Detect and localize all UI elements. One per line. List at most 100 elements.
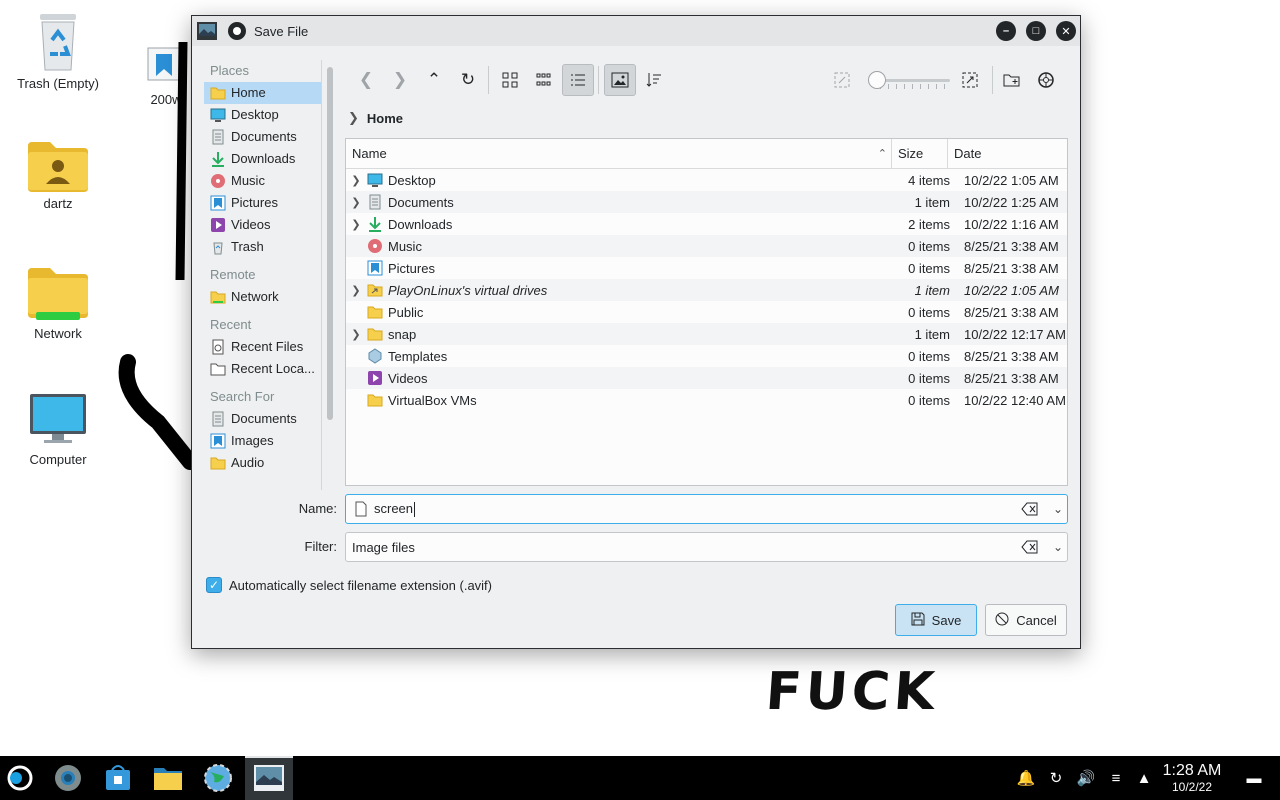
scribble-text: FUCK — [763, 662, 941, 722]
network-icon[interactable]: ≡ — [1106, 768, 1126, 788]
table-row[interactable]: Music 0 items 8/25/21 3:38 AM — [346, 235, 1067, 257]
title-bar[interactable]: Save File – □ ✕ — [192, 16, 1080, 46]
file-manager-icon[interactable] — [152, 762, 184, 794]
desktop-icon-label: Network — [34, 326, 82, 341]
parent-folder-button[interactable]: ⌃ — [418, 64, 450, 96]
icons-view-button[interactable] — [494, 64, 526, 96]
clear-text-icon[interactable] — [1021, 539, 1039, 555]
column-header-name[interactable]: Name ⌃ — [346, 139, 892, 169]
zoom-slider[interactable] — [868, 71, 950, 89]
desktop-icon-home[interactable]: dartz — [8, 140, 108, 211]
discover-store-icon[interactable] — [102, 762, 134, 794]
places-divider[interactable] — [321, 60, 322, 490]
volume-icon[interactable]: 🔊 — [1076, 768, 1096, 788]
filename-input[interactable]: screen ⌄ — [345, 494, 1068, 524]
zoom-in-button[interactable] — [954, 64, 986, 96]
places-item-music[interactable]: Music — [204, 170, 322, 192]
desktop-icon-computer[interactable]: Computer — [8, 392, 108, 467]
new-folder-button[interactable] — [996, 64, 1028, 96]
file-size: 0 items — [908, 370, 950, 386]
places-item-label: Recent Loca... — [231, 361, 315, 376]
desktop-icon-label: Trash (Empty) — [17, 76, 99, 91]
places-item-desktop[interactable]: Desktop — [204, 104, 322, 126]
places-item-label: Documents — [231, 129, 297, 144]
chevron-down-icon[interactable]: ⌄ — [1053, 502, 1063, 516]
sort-button[interactable] — [638, 64, 670, 96]
table-row[interactable]: ❯ Downloads 2 items 10/2/22 1:16 AM — [346, 213, 1067, 235]
browser-icon[interactable] — [202, 762, 234, 794]
expand-chevron-icon[interactable]: ❯ — [349, 218, 363, 231]
notifications-icon[interactable]: 🔔 — [1016, 768, 1036, 788]
desktop-icon-network[interactable]: Network — [8, 266, 108, 341]
auto-extension-option[interactable]: ✓ Automatically select filename extensio… — [206, 577, 492, 593]
expand-chevron-icon[interactable]: ❯ — [349, 174, 363, 187]
app-launcher-icon[interactable] — [6, 764, 34, 792]
places-item-recent-locations[interactable]: Recent Loca... — [204, 358, 322, 380]
maximize-button[interactable]: □ — [1026, 21, 1046, 41]
places-item-search-images[interactable]: Images — [204, 430, 322, 452]
expand-chevron-icon[interactable]: ❯ — [349, 196, 363, 209]
places-item-trash[interactable]: Trash — [204, 236, 322, 258]
audio-folder-icon — [210, 457, 226, 470]
column-header-date[interactable]: Date — [948, 139, 1067, 169]
forward-button[interactable]: ❯ — [384, 64, 416, 96]
tray-expand-icon[interactable]: ▲ — [1134, 768, 1154, 788]
table-row[interactable]: ❯ Documents 1 item 10/2/22 1:25 AM — [346, 191, 1067, 213]
places-item-home[interactable]: Home — [204, 82, 322, 104]
table-row[interactable]: ❯ Desktop 4 items 10/2/22 1:05 AM — [346, 169, 1067, 191]
reload-button[interactable]: ↻ — [452, 64, 484, 96]
folder-icon — [367, 306, 383, 319]
options-button[interactable] — [1030, 64, 1062, 96]
file-date: 8/25/21 3:38 AM — [964, 238, 1059, 254]
chevron-down-icon[interactable]: ⌄ — [1053, 540, 1063, 554]
places-item-network[interactable]: Network — [204, 286, 322, 308]
grid-icon — [502, 72, 518, 88]
expand-chevron-icon[interactable]: ❯ — [349, 284, 363, 297]
file-date: 10/2/22 12:17 AM — [964, 326, 1066, 342]
table-row[interactable]: VirtualBox VMs 0 items 10/2/22 12:40 AM — [346, 389, 1067, 411]
places-scrollbar[interactable] — [327, 67, 333, 420]
table-row[interactable]: Templates 0 items 8/25/21 3:38 AM — [346, 345, 1067, 367]
clock[interactable]: 1:28 AM 10/2/22 — [1156, 762, 1228, 794]
save-button[interactable]: Save — [895, 604, 977, 636]
table-row[interactable]: ❯ snap 1 item 10/2/22 12:17 AM — [346, 323, 1067, 345]
file-date: 10/2/22 1:16 AM — [964, 216, 1059, 232]
table-row[interactable]: Pictures 0 items 8/25/21 3:38 AM — [346, 257, 1067, 279]
column-header-size[interactable]: Size — [892, 139, 948, 169]
expand-chevron-icon[interactable]: ❯ — [349, 328, 363, 341]
update-icon[interactable]: ↻ — [1046, 768, 1066, 788]
zoom-slider-handle[interactable] — [868, 71, 886, 89]
show-desktop-icon[interactable]: ▬ — [1244, 768, 1264, 788]
places-item-search-documents[interactable]: Documents — [204, 408, 322, 430]
close-button[interactable]: ✕ — [1056, 21, 1076, 41]
symlink-folder-icon — [367, 284, 383, 297]
places-item-recent-files[interactable]: Recent Files — [204, 336, 322, 358]
pin-icon[interactable] — [228, 22, 246, 40]
breadcrumb[interactable]: ❯ Home — [348, 110, 403, 126]
table-row[interactable]: ❯ PlayOnLinux's virtual drives 1 item 10/2/… — [346, 279, 1067, 301]
clear-text-icon[interactable] — [1021, 501, 1039, 517]
table-row[interactable]: Videos 0 items 8/25/21 3:38 AM — [346, 367, 1067, 389]
zoom-out-button[interactable] — [826, 64, 858, 96]
desktop-icon-trash[interactable]: Trash (Empty) — [8, 10, 108, 91]
cancel-button[interactable]: Cancel — [985, 604, 1067, 636]
filter-select[interactable]: Image files ⌄ — [345, 532, 1068, 562]
desktop-folder-icon — [367, 173, 383, 187]
places-item-videos[interactable]: Videos — [204, 214, 322, 236]
places-item-search-audio[interactable]: Audio — [204, 452, 322, 474]
auto-extension-label: Automatically select filename extension … — [229, 577, 493, 593]
breadcrumb-current[interactable]: Home — [367, 111, 403, 126]
places-item-pictures[interactable]: Pictures — [204, 192, 322, 214]
preview-toggle-button[interactable] — [604, 64, 636, 96]
places-item-downloads[interactable]: Downloads — [204, 148, 322, 170]
back-button[interactable]: ❮ — [350, 64, 382, 96]
system-settings-icon[interactable] — [52, 762, 84, 794]
minimize-button[interactable]: – — [996, 21, 1016, 41]
details-view-button[interactable] — [562, 64, 594, 96]
auto-extension-checkbox[interactable]: ✓ — [206, 577, 222, 593]
table-row[interactable]: Public 0 items 8/25/21 3:38 AM — [346, 301, 1067, 323]
taskbar-active-window[interactable] — [245, 756, 293, 800]
compact-view-button[interactable] — [528, 64, 560, 96]
places-item-documents[interactable]: Documents — [204, 126, 322, 148]
download-icon — [212, 152, 224, 167]
